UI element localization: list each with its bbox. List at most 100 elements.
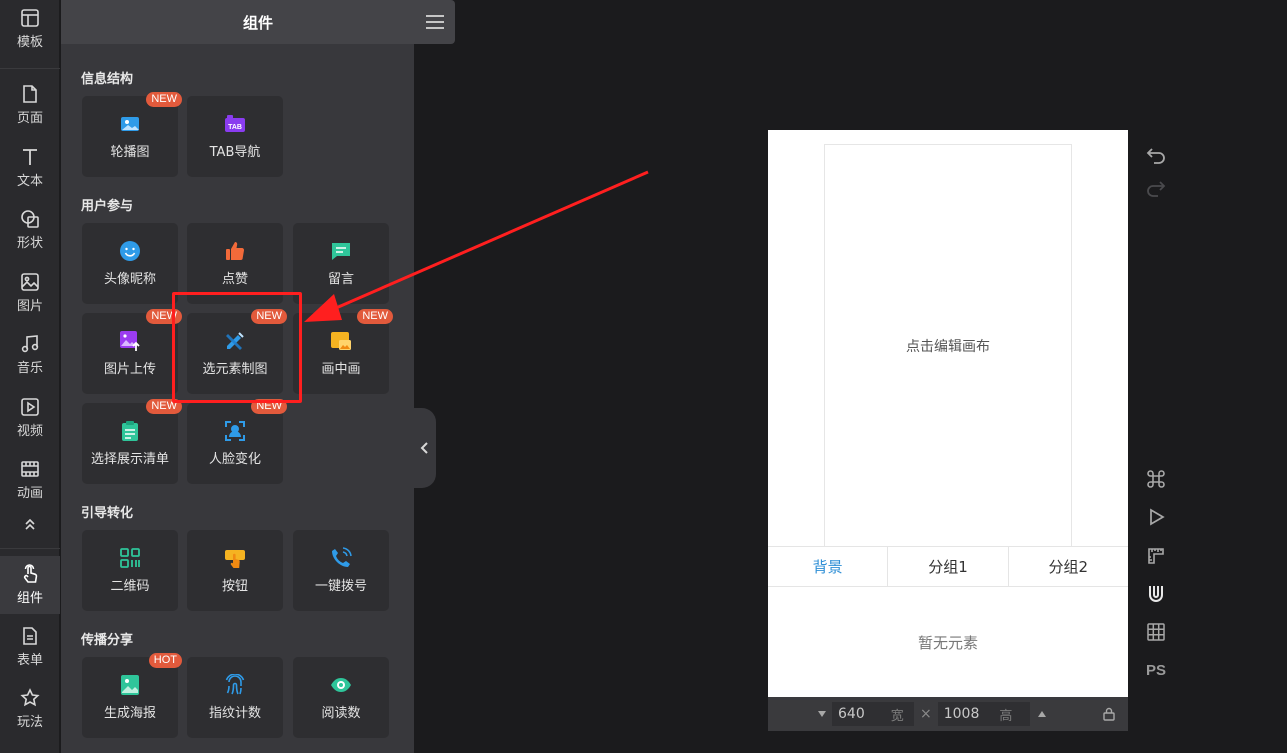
component-tile-face-change[interactable]: 人脸变化 NEW xyxy=(187,399,287,484)
phone-call-icon xyxy=(332,547,352,567)
thumbs-up-icon xyxy=(226,242,245,260)
canvas-area[interactable]: 点击编辑画布 xyxy=(768,130,1128,546)
rail-item-templates[interactable]: 模板 xyxy=(0,0,60,58)
shortcut-button[interactable] xyxy=(1144,467,1168,491)
smile-icon xyxy=(120,241,140,261)
undo-button[interactable] xyxy=(1144,143,1168,167)
height-input[interactable]: 1008 高 xyxy=(937,702,1030,726)
rail-label: 模板 xyxy=(16,35,43,50)
tile-label: 二维码 xyxy=(110,579,150,594)
rail-item-forms[interactable]: 表单 xyxy=(0,618,60,676)
video-icon xyxy=(21,398,39,416)
component-tile-read-count[interactable]: 阅读数 xyxy=(293,657,389,738)
component-tile-carousel[interactable]: 轮播图 NEW xyxy=(82,92,182,177)
tab-icon-text: TAB xyxy=(228,124,242,131)
tile-label: 图片上传 xyxy=(103,362,156,377)
rail-item-text[interactable]: 文本 xyxy=(0,139,60,197)
component-tile-fingerprint-counter[interactable]: 指纹计数 xyxy=(187,657,283,738)
caret-up-icon[interactable] xyxy=(1037,711,1046,717)
menu-icon[interactable] xyxy=(425,13,445,31)
ruler-button[interactable] xyxy=(1144,544,1168,568)
shape-icon xyxy=(21,210,39,228)
play-icon xyxy=(1150,508,1165,526)
section-title: 引导转化 xyxy=(81,506,134,521)
tile-label: 点赞 xyxy=(221,272,248,287)
section-title: 用户参与 xyxy=(81,199,134,214)
component-tile-select-element-draw[interactable]: 选元素制图 NEW xyxy=(187,309,287,394)
tile-label: 头像昵称 xyxy=(103,272,156,287)
rail-collapse-button[interactable] xyxy=(15,512,45,536)
width-unit: 宽 xyxy=(890,708,904,724)
width-input[interactable]: 640 宽 xyxy=(832,702,914,726)
rail-item-video[interactable]: 视频 xyxy=(0,389,60,447)
new-badge: NEW xyxy=(146,309,182,324)
music-icon xyxy=(21,335,39,353)
component-tile-image-upload[interactable]: 图片上传 NEW xyxy=(82,309,182,394)
canvas-size-bar: 640 宽 × 1008 高 xyxy=(768,697,1128,731)
new-badge: NEW xyxy=(146,399,182,414)
tile-label: 按钮 xyxy=(221,579,248,594)
rail-label: 文本 xyxy=(16,174,43,189)
component-tile-qrcode[interactable]: 二维码 xyxy=(82,530,178,611)
ps-import-button[interactable]: PS xyxy=(1144,658,1168,682)
component-tile-generate-poster[interactable]: 生成海报 HOT xyxy=(82,653,182,738)
qrcode-icon xyxy=(120,548,140,568)
component-tile-like[interactable]: 点赞 xyxy=(187,223,283,304)
component-tile-picture-in-picture[interactable]: 画中画 NEW xyxy=(293,309,393,394)
tile-label: 指纹计数 xyxy=(208,706,261,721)
rail-label: 形状 xyxy=(16,236,43,251)
grid-icon xyxy=(1147,623,1165,641)
component-tile-one-click-dial[interactable]: 一键拨号 xyxy=(293,530,389,611)
ps-label: PS xyxy=(1145,661,1166,679)
section-title: 信息结构 xyxy=(81,72,134,87)
rail-item-components[interactable]: 组件 xyxy=(0,556,60,614)
redo-button[interactable] xyxy=(1144,176,1168,200)
component-panel: 组件 信息结构 轮播图 NEW TAB TAB导航 用户参与 头像昵称 点赞 留… xyxy=(61,0,455,753)
page-icon xyxy=(23,85,37,103)
clipboard-list-icon xyxy=(122,421,138,441)
tab-background[interactable]: 背景 xyxy=(768,547,889,586)
rail-item-shapes[interactable]: 形状 xyxy=(0,201,60,259)
height-unit: 高 xyxy=(999,708,1013,724)
rail-item-animation[interactable]: 动画 xyxy=(0,451,60,509)
rail-item-gameplay[interactable]: 玩法 xyxy=(0,680,60,738)
magnet-snap-button[interactable] xyxy=(1144,582,1168,606)
group-tabs: 背景 分组1 分组2 xyxy=(768,546,1128,587)
preview-button[interactable] xyxy=(1144,505,1168,529)
component-tile-comment[interactable]: 留言 xyxy=(293,223,389,304)
tile-label: 轮播图 xyxy=(110,145,150,160)
canvas-frame[interactable]: 点击编辑画布 xyxy=(824,144,1072,546)
magnet-icon xyxy=(1149,586,1163,602)
panel-collapse-button[interactable] xyxy=(414,408,436,488)
rail-item-pages[interactable]: 页面 xyxy=(0,76,60,134)
image-carousel-icon xyxy=(121,117,139,131)
height-value: 1008 xyxy=(943,706,980,722)
rail-label: 视频 xyxy=(16,424,43,439)
tab-group-1[interactable]: 分组1 xyxy=(888,547,1009,586)
caret-down-icon[interactable] xyxy=(818,711,826,717)
tile-label: TAB导航 xyxy=(209,145,261,160)
component-tile-tab-nav[interactable]: TAB TAB导航 xyxy=(187,96,283,177)
component-tile-avatar-nickname[interactable]: 头像昵称 xyxy=(82,223,178,304)
tile-label: 画中画 xyxy=(321,362,361,377)
tile-label: 选择展示清单 xyxy=(90,452,169,467)
tap-button-icon xyxy=(225,550,245,568)
grid-button[interactable] xyxy=(1144,620,1168,644)
rail-label: 页面 xyxy=(16,111,43,126)
left-rail: 模板 页面 文本 形状 图片 音乐 视频 动画 组件 表单 玩法 xyxy=(0,0,60,753)
eye-icon xyxy=(331,678,351,692)
tap-hand-icon xyxy=(23,564,38,583)
component-tile-button[interactable]: 按钮 xyxy=(187,530,283,611)
lock-icon[interactable] xyxy=(1102,707,1116,721)
empty-text: 暂无元素 xyxy=(917,633,978,652)
comment-icon xyxy=(332,243,350,260)
pencil-ruler-icon xyxy=(226,332,244,350)
rail-label: 音乐 xyxy=(16,361,43,376)
new-badge: NEW xyxy=(146,92,182,107)
rail-item-music[interactable]: 音乐 xyxy=(0,326,60,384)
component-tile-selection-list[interactable]: 选择展示清单 NEW xyxy=(82,399,182,484)
rail-item-images[interactable]: 图片 xyxy=(0,264,60,322)
width-value: 640 xyxy=(838,706,865,722)
tile-label: 阅读数 xyxy=(321,706,361,721)
tab-group-2[interactable]: 分组2 xyxy=(1009,547,1128,586)
